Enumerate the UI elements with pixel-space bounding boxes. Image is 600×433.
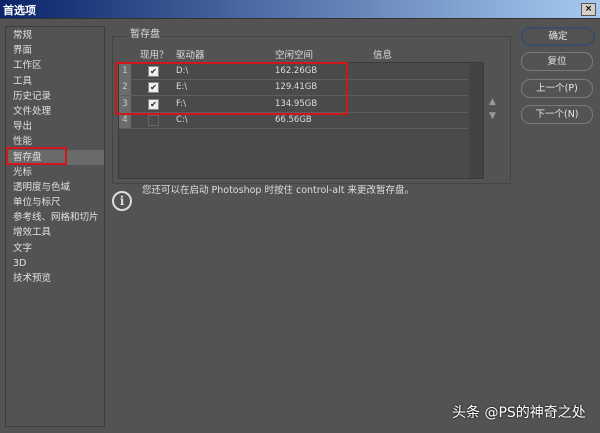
group-label: 暂存盘 [128, 25, 162, 40]
active-checkbox[interactable]: ✔ [148, 66, 159, 77]
info-icon: i [112, 191, 132, 211]
title-bar: 首选项 × [0, 0, 600, 19]
sidebar-item[interactable]: 性能 [6, 134, 104, 149]
next-button[interactable]: 下一个(N) [521, 105, 593, 124]
ok-button[interactable]: 确定 [521, 27, 595, 46]
header-drive: 驱动器 [176, 50, 205, 61]
drive-cell: D:\ [176, 66, 189, 76]
active-checkbox[interactable]: ✔ [148, 98, 159, 110]
drive-cell: E:\ [176, 82, 188, 93]
header-active: 现用？ [140, 50, 169, 61]
sidebar-item[interactable]: 文件处理 [6, 104, 104, 119]
active-checkbox[interactable] [148, 114, 159, 126]
drive-cell: C:\ [176, 114, 188, 125]
sidebar-item[interactable]: 光标 [6, 165, 104, 180]
sidebar-item[interactable]: 技术预览 [6, 271, 104, 286]
row-number: 2 [119, 79, 131, 96]
table-row[interactable]: 3 ✔ F:\ 134.95GB [119, 95, 469, 113]
close-button[interactable]: × [581, 3, 596, 16]
previous-button[interactable]: 上一个(P) [521, 79, 593, 98]
table-row[interactable]: 2 ✔ E:\ 129.41GB [119, 79, 469, 97]
row-number: 1 [119, 63, 131, 79]
sidebar: 常规 界面 工作区 工具 历史记录 文件处理 导出 性能 暂存盘 光标 透明度与色域 单位与标尺 参考线… [5, 26, 105, 427]
move-down-arrow-icon[interactable]: ▼ [489, 111, 496, 121]
sidebar-item[interactable]: 透明度与色域 [6, 180, 104, 195]
sidebar-item[interactable]: 工具 [6, 74, 104, 89]
free-space-cell: 162.26GB [275, 66, 318, 76]
free-space-cell: 129.41GB [275, 82, 318, 93]
active-checkbox[interactable]: ✔ [148, 82, 159, 94]
sidebar-item[interactable]: 历史记录 [6, 89, 104, 104]
table-row[interactable]: 4 C:\ 66.56GB [119, 111, 469, 129]
sidebar-item[interactable]: 常规 [6, 28, 104, 43]
window-title: 首选项 [3, 4, 36, 17]
scratch-note: 您还可以在启动 Photoshop 时按住 control-alt 来更改暂存盘… [142, 185, 415, 196]
table-scrollbar[interactable] [469, 63, 483, 178]
sidebar-item[interactable]: 3D [6, 256, 104, 271]
sidebar-item[interactable]: 增效工具 [6, 225, 104, 240]
sidebar-item[interactable]: 文字 [6, 241, 104, 256]
drive-cell: F:\ [176, 98, 186, 109]
sidebar-item[interactable]: 工作区 [6, 58, 104, 73]
sidebar-item[interactable]: 导出 [6, 119, 104, 134]
watermark: 头条 @PS的神奇之处 [452, 405, 586, 421]
free-space-cell: 134.95GB [275, 98, 318, 109]
header-info: 信息 [373, 50, 393, 61]
sidebar-item[interactable]: 暂存盘 [6, 149, 104, 165]
row-number: 3 [119, 95, 131, 112]
row-number: 4 [119, 111, 131, 128]
table-row[interactable]: 1 ✔ D:\ 162.26GB [119, 63, 469, 80]
sidebar-item[interactable]: 单位与标尺 [6, 195, 104, 210]
move-up-arrow-icon[interactable]: ▲ [489, 97, 496, 107]
sidebar-item[interactable]: 界面 [6, 43, 104, 58]
reset-button[interactable]: 复位 [521, 52, 593, 71]
scratch-disk-table: 1 ✔ D:\ 162.26GB 2 ✔ E:\ 129.41GB 3 ✔ F:\ 134.95GB 4… [118, 62, 484, 179]
header-free-space: 空闲空间 [275, 50, 314, 61]
sidebar-item[interactable]: 参考线、网格和切片 [6, 210, 104, 225]
free-space-cell: 66.56GB [275, 114, 312, 125]
